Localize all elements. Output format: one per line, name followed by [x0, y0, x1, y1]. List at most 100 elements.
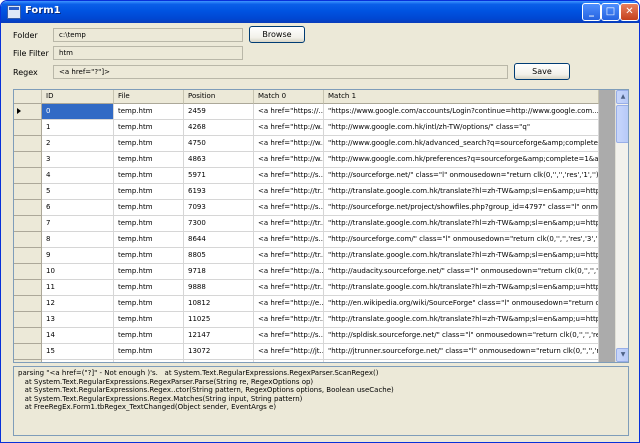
cell-id[interactable]: 9 — [42, 248, 114, 264]
cell-id[interactable]: 16 — [42, 360, 114, 362]
cell-position[interactable]: 7300 — [184, 216, 254, 232]
cell-match0[interactable]: <a href="https://... — [254, 104, 324, 120]
error-output[interactable]: parsing "<a href=("?]" - Not enough )'s.… — [13, 366, 629, 436]
cell-id[interactable]: 7 — [42, 216, 114, 232]
row-header[interactable] — [14, 136, 42, 152]
table-row[interactable]: 3 temp.htm 4863 <a href="http://w... "http:/… — [14, 152, 599, 168]
table-row[interactable]: 10 temp.htm 9718 <a href="http://a... "http:… — [14, 264, 599, 280]
cell-position[interactable]: 6193 — [184, 184, 254, 200]
cell-file[interactable]: temp.htm — [114, 216, 184, 232]
cell-file[interactable]: temp.htm — [114, 328, 184, 344]
cell-match1[interactable]: "http://en.wikipedia.org/wiki/SourceForg… — [324, 296, 599, 312]
cell-id[interactable]: 8 — [42, 232, 114, 248]
cell-match1[interactable]: "http://sourceforge.com/" class="l" onmo… — [324, 232, 599, 248]
cell-id[interactable]: 14 — [42, 328, 114, 344]
cell-match0[interactable]: <a href="http://s... — [254, 232, 324, 248]
cell-position[interactable]: 9888 — [184, 280, 254, 296]
cell-position[interactable]: 11025 — [184, 312, 254, 328]
maximize-button[interactable]: □ — [601, 3, 620, 21]
cell-id[interactable]: 15 — [42, 344, 114, 360]
cell-match1[interactable]: "http://sourceforge.net/project/showfile… — [324, 200, 599, 216]
cell-match0[interactable]: <a href="http://tr... — [254, 216, 324, 232]
title-bar[interactable]: Form1 _ □ ✕ — [1, 1, 639, 23]
cell-match0[interactable]: <a href="http://tr... — [254, 280, 324, 296]
cell-file[interactable]: temp.htm — [114, 120, 184, 136]
cell-match1[interactable]: "http://translate.google.com.hk/translat… — [324, 248, 599, 264]
cell-match1[interactable]: "http://spldisk.sourceforge.net/" class=… — [324, 328, 599, 344]
column-header-match1[interactable]: Match 1 — [324, 90, 599, 104]
column-header-match0[interactable]: Match 0 — [254, 90, 324, 104]
cell-position[interactable]: 10812 — [184, 296, 254, 312]
table-row[interactable]: 9 temp.htm 8805 <a href="http://tr... "http:… — [14, 248, 599, 264]
table-row[interactable]: 12 temp.htm 10812 <a href="http://e... "http… — [14, 296, 599, 312]
cell-file[interactable]: temp.htm — [114, 344, 184, 360]
vertical-scrollbar[interactable]: ▲ ▼ — [615, 90, 628, 362]
table-row[interactable]: 1 temp.htm 4268 <a href="http://w... "http:/… — [14, 120, 599, 136]
table-row[interactable]: 8 temp.htm 8644 <a href="http://s... "http:/… — [14, 232, 599, 248]
row-header[interactable] — [14, 280, 42, 296]
cell-match0[interactable]: <a href="http://s... — [254, 328, 324, 344]
cell-file[interactable]: temp.htm — [114, 280, 184, 296]
cell-match1[interactable]: "http://www.google.com.hk/intl/zh-TW/opt… — [324, 120, 599, 136]
cell-match1[interactable]: "http://translate.google.com.hk/translat… — [324, 360, 599, 362]
cell-file[interactable]: temp.htm — [114, 360, 184, 362]
row-header[interactable] — [14, 168, 42, 184]
cell-match0[interactable]: <a href="http://tr... — [254, 248, 324, 264]
cell-id[interactable]: 13 — [42, 312, 114, 328]
cell-position[interactable]: 8644 — [184, 232, 254, 248]
cell-file[interactable]: temp.htm — [114, 184, 184, 200]
cell-id[interactable]: 12 — [42, 296, 114, 312]
cell-id[interactable]: 5 — [42, 184, 114, 200]
cell-match1[interactable]: "http://translate.google.com.hk/translat… — [324, 216, 599, 232]
table-row[interactable]: 11 temp.htm 9888 <a href="http://tr... "http… — [14, 280, 599, 296]
table-row[interactable]: 2 temp.htm 4750 <a href="http://w... "http:/… — [14, 136, 599, 152]
row-header[interactable] — [14, 328, 42, 344]
cell-position[interactable]: 5971 — [184, 168, 254, 184]
table-row[interactable]: 15 temp.htm 13072 <a href="http://jt... "htt… — [14, 344, 599, 360]
close-button[interactable]: ✕ — [620, 3, 639, 21]
cell-file[interactable]: temp.htm — [114, 296, 184, 312]
cell-position[interactable]: 8805 — [184, 248, 254, 264]
cell-id[interactable]: 11 — [42, 280, 114, 296]
cell-file[interactable]: temp.htm — [114, 248, 184, 264]
column-header-position[interactable]: Position — [184, 90, 254, 104]
cell-match0[interactable]: <a href="http://w... — [254, 136, 324, 152]
column-header-file[interactable]: File — [114, 90, 184, 104]
cell-position[interactable]: 9718 — [184, 264, 254, 280]
cell-match0[interactable]: <a href="http://w... — [254, 120, 324, 136]
cell-match0[interactable]: <a href="http://tr... — [254, 360, 324, 362]
row-header[interactable] — [14, 216, 42, 232]
cell-id[interactable]: 10 — [42, 264, 114, 280]
folder-field[interactable]: c:\temp — [53, 28, 243, 42]
table-row[interactable]: 4 temp.htm 5971 <a href="http://s... "http:/… — [14, 168, 599, 184]
cell-match1[interactable]: "http://translate.google.com.hk/translat… — [324, 184, 599, 200]
cell-match0[interactable]: <a href="http://w... — [254, 152, 324, 168]
row-header[interactable] — [14, 232, 42, 248]
cell-position[interactable]: 2459 — [184, 104, 254, 120]
cell-match0[interactable]: <a href="http://e... — [254, 296, 324, 312]
cell-position[interactable]: 13267 — [184, 360, 254, 362]
cell-file[interactable]: temp.htm — [114, 168, 184, 184]
minimize-button[interactable]: _ — [582, 3, 601, 21]
row-header[interactable] — [14, 104, 42, 120]
row-header[interactable] — [14, 248, 42, 264]
cell-match1[interactable]: "http://www.google.com.hk/advanced_searc… — [324, 136, 599, 152]
regex-field[interactable]: <a href="?"]> — [53, 65, 508, 79]
table-row[interactable]: 7 temp.htm 7300 <a href="http://tr... "http:… — [14, 216, 599, 232]
row-header[interactable] — [14, 360, 42, 362]
cell-match1[interactable]: "http://translate.google.com.hk/translat… — [324, 280, 599, 296]
cell-id[interactable]: 2 — [42, 136, 114, 152]
cell-position[interactable]: 7093 — [184, 200, 254, 216]
scroll-thumb[interactable] — [616, 105, 628, 143]
cell-match0[interactable]: <a href="http://tr... — [254, 312, 324, 328]
cell-match1[interactable]: "http://jtrunner.sourceforge.net/" class… — [324, 344, 599, 360]
cell-id[interactable]: 0 — [42, 104, 114, 120]
cell-file[interactable]: temp.htm — [114, 152, 184, 168]
results-grid[interactable]: ID File Position Match 0 Match 1 0 temp.h… — [13, 89, 629, 363]
cell-position[interactable]: 4268 — [184, 120, 254, 136]
file-filter-field[interactable]: htm — [53, 46, 243, 60]
table-row[interactable]: 13 temp.htm 11025 <a href="http://tr... "htt… — [14, 312, 599, 328]
table-row[interactable]: 0 temp.htm 2459 <a href="https://... "https:… — [14, 104, 599, 120]
row-header[interactable] — [14, 264, 42, 280]
cell-match0[interactable]: <a href="http://jt... — [254, 344, 324, 360]
